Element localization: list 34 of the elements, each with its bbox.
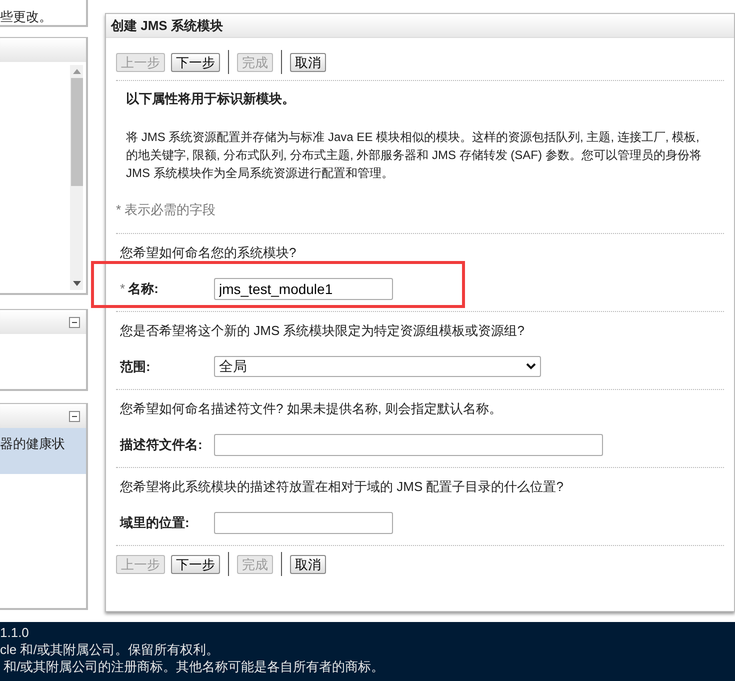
scroll-up-icon[interactable]	[72, 69, 80, 74]
dialog-title: 创建 JMS 系统模块	[106, 14, 734, 38]
field-label: 范围:	[120, 358, 150, 376]
text-field[interactable]	[214, 434, 603, 456]
footer-text: 1.1.0	[0, 624, 29, 641]
description-text: 将 JMS 系统资源配置并存储为与标准 Java EE 模块相似的模块。这样的资源包括队列, 主题, 连接工厂, 模板, 的地关键字, 限额, 分布式队列, 分布式主题, 外部服务器和 JMS 存储转发 (SAF) 参数。您可以管理员的身份将 JMS 系统模块作为全局系统资源进行配置和管理。	[126, 128, 702, 182]
scrollbar-thumb[interactable]	[70, 78, 82, 186]
question-text: 您希望将此系统模块的描述符放置在相对于域的 JMS 配置子目录的什么位置?	[119, 478, 564, 496]
wizard-button[interactable]: 取消	[290, 554, 326, 574]
scrollbar[interactable]	[70, 65, 83, 290]
wizard-button[interactable]: 取消	[290, 52, 326, 72]
collapse-icon[interactable]	[69, 410, 80, 422]
collapse-icon[interactable]	[69, 316, 80, 328]
required-note: * 表示必需的字段	[116, 200, 217, 218]
field-label: 域里的位置:	[120, 514, 190, 532]
footer-text: 和/或其附属公司的注册商标。其他名称可能是各自所有者的商标。	[2, 658, 384, 675]
question-text: 您是否希望将这个新的 JMS 系统模块限定为特定资源组模板或资源组?	[119, 322, 524, 340]
text-field[interactable]	[214, 512, 393, 534]
field-label: 名称:	[128, 280, 158, 298]
question-text: 您希望如何命名您的系统模块?	[119, 244, 296, 262]
scope-dropdown[interactable]: 全局	[214, 356, 541, 377]
field-label: 描述符文件名:	[120, 436, 202, 454]
wizard-button[interactable]: 下一步	[171, 52, 220, 72]
question-text: 您希望如何命名描述符文件? 如果未提供名称, 则会指定默认名称。	[119, 400, 502, 418]
notice-text: 些更改。	[0, 10, 52, 23]
scroll-down-icon[interactable]	[72, 281, 80, 286]
chevron-down-icon	[526, 363, 536, 370]
text-field[interactable]: jms_test_module1	[214, 278, 393, 300]
wizard-button[interactable]: 下一步	[171, 554, 220, 574]
footer-text: cle 和/或其附属公司。保留所有权利。	[0, 641, 219, 658]
list-item-text: 器的健康状	[0, 435, 66, 453]
section-heading: 以下属性将用于标识新模块。	[126, 90, 296, 108]
required-mark: *	[120, 280, 126, 298]
list-item[interactable]: 器的健康状	[0, 428, 86, 474]
